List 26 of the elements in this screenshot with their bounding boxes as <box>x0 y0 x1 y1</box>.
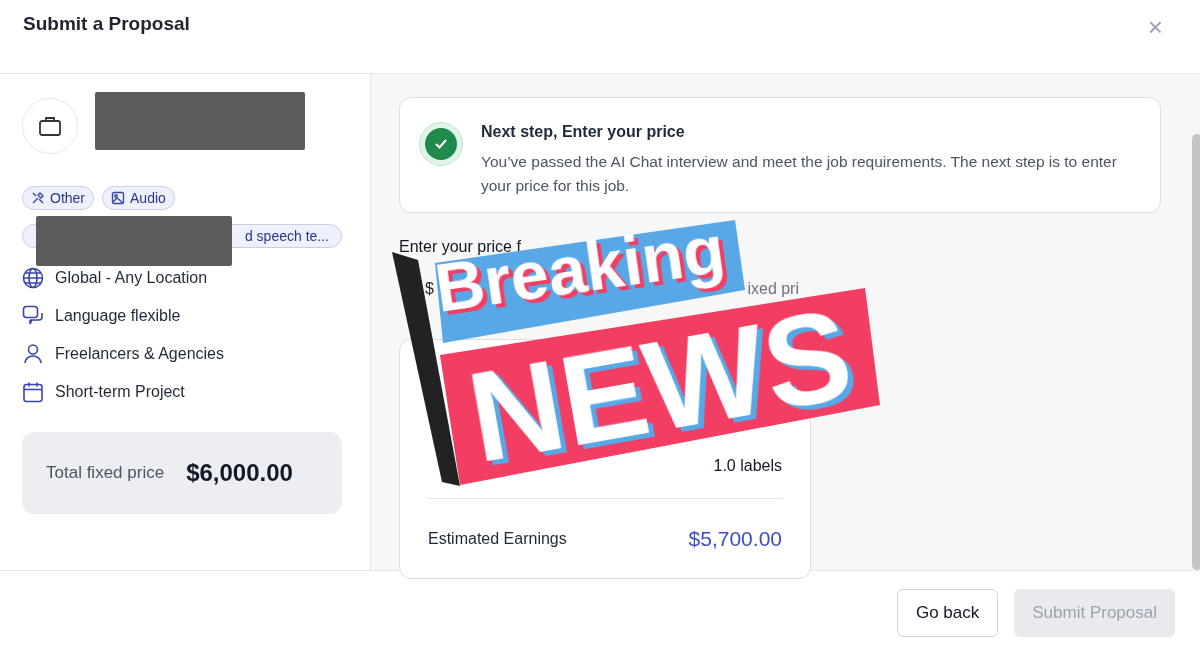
currency-symbol: $ <box>425 279 434 299</box>
calendar-icon <box>22 381 44 403</box>
notice-title: Next step, Enter your price <box>481 122 686 142</box>
earnings-value: $5,700.00 <box>688 526 782 552</box>
person-icon <box>22 343 44 365</box>
earnings-label: Estimated Earnings <box>428 528 567 549</box>
notice-text: You’ve passed the AI Chat interview and meet the job requirements. The next step is to enter your price for this job. <box>481 152 1118 196</box>
total-value: $6,000.00 <box>186 458 293 488</box>
detail-text: Freelancers & Agencies <box>55 344 224 364</box>
briefcase-icon <box>38 115 62 137</box>
detail-text: Global - Any Location <box>55 268 208 288</box>
detail-text: Language flexible <box>55 306 181 326</box>
globe-icon <box>22 267 44 289</box>
chat-icon <box>22 305 44 327</box>
tools-icon <box>31 191 45 205</box>
check-icon <box>419 122 463 166</box>
category-tag: Other <box>22 186 94 210</box>
dialog-title: Submit a Proposal <box>23 12 190 36</box>
detail-text: Short-term Project <box>55 382 185 402</box>
category-tag: Audio <box>102 186 175 210</box>
close-button[interactable]: × <box>1147 14 1163 40</box>
price-hint: ixed pri <box>747 279 799 299</box>
total-label: Total fixed price <box>46 462 165 485</box>
image-icon <box>111 191 125 205</box>
back-button[interactable]: Go back <box>896 588 999 637</box>
earnings-row-value: 1.0 labels <box>713 457 782 476</box>
